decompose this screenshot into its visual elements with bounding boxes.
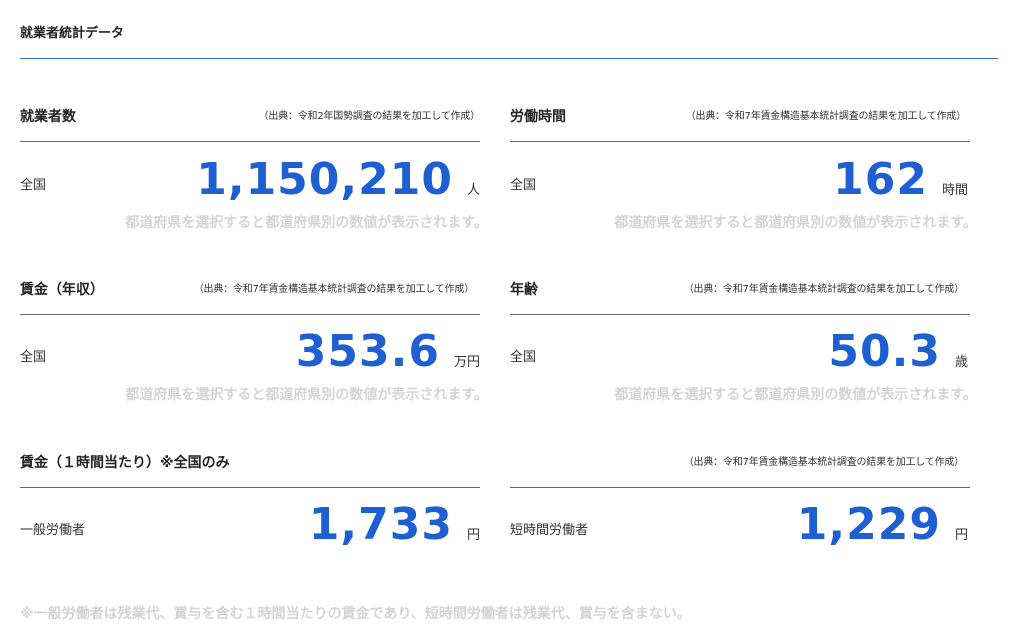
age-value-group: 50.3 歳 [828, 330, 968, 374]
age-divider [510, 314, 970, 315]
hours-hint: 都道府県を選択すると都道府県別の数値が表示されます。 [614, 215, 977, 231]
workers-row-label: 全国 [20, 178, 47, 193]
hours-value-group: 162 時間 [833, 158, 968, 202]
age-source: （出典：令和7年賃金構造基本統計調査の結果を加工して作成） [683, 284, 964, 295]
wage-hourly-short-divider [510, 487, 970, 488]
wage-annual-hint: 都道府県を選択すると都道府県別の数値が表示されます。 [125, 387, 488, 403]
wage-hourly-general-card: 賃金（１時間当たり）※全国のみ 一般労働者 1,733 円 [20, 452, 480, 562]
hours-source: （出典：令和7年賃金構造基本統計調査の結果を加工して作成） [685, 111, 966, 122]
wage-hourly-general-value-group: 1,733 円 [309, 503, 480, 547]
wage-annual-card: 賃金（年収） （出典：令和7年賃金構造基本統計調査の結果を加工して作成） 全国 … [20, 279, 488, 409]
age-hint: 都道府県を選択すると都道府県別の数値が表示されます。 [614, 387, 977, 403]
wage-hourly-source: （出典：令和7年賃金構造基本統計調査の結果を加工して作成） [683, 457, 964, 468]
hours-row-label: 全国 [510, 178, 537, 193]
wage-annual-value-group: 353.6 万円 [296, 330, 480, 374]
hours-value: 162 [833, 154, 928, 205]
workers-value-group: 1,150,210 人 [196, 158, 480, 202]
wage-hourly-general-value: 1,733 [308, 499, 453, 550]
wage-hourly-general-unit: 円 [466, 528, 480, 543]
wage-hourly-short-unit: 円 [954, 528, 968, 543]
wage-hourly-general-label: 一般労働者 [20, 523, 86, 538]
age-value: 50.3 [828, 326, 941, 377]
workers-card: 就業者数 （出典：令和2年国勢調査の結果を加工して作成） 全国 1,150,21… [20, 106, 488, 236]
title-divider [20, 58, 998, 59]
workers-value: 1,150,210 [196, 154, 453, 205]
wage-hourly-general-divider [20, 487, 480, 488]
wage-annual-divider [20, 314, 480, 315]
age-card: 年齢 （出典：令和7年賃金構造基本統計調査の結果を加工して作成） 全国 50.3… [510, 279, 977, 409]
statistics-page: 就業者統計データ 就業者数 （出典：令和2年国勢調査の結果を加工して作成） 全国… [0, 0, 1024, 638]
page-title: 就業者統計データ [20, 26, 125, 41]
wage-hourly-short-value-group: 1,229 円 [797, 503, 968, 547]
wage-annual-source: （出典：令和7年賃金構造基本統計調査の結果を加工して作成） [193, 284, 474, 295]
workers-unit: 人 [466, 183, 480, 198]
workers-divider [20, 141, 480, 142]
wage-annual-title: 賃金（年収） [20, 282, 104, 298]
hours-divider [510, 141, 970, 142]
workers-source: （出典：令和2年国勢調査の結果を加工して作成） [258, 111, 481, 122]
wage-hourly-short-label: 短時間労働者 [510, 523, 589, 538]
workers-title: 就業者数 [20, 109, 76, 125]
wage-hourly-short-value: 1,229 [796, 499, 941, 550]
wage-annual-row-label: 全国 [20, 350, 47, 365]
wage-hourly-title: 賃金（１時間当たり）※全国のみ [20, 455, 230, 471]
workers-hint: 都道府県を選択すると都道府県別の数値が表示されます。 [125, 215, 488, 231]
footnote: ※一般労働者は残業代、賞与を含む１時間当たりの賃金であり、短時間労働者は残業代、… [20, 606, 691, 622]
age-title: 年齢 [510, 282, 538, 298]
hours-unit: 時間 [941, 183, 968, 198]
wage-annual-value: 353.6 [295, 326, 440, 377]
wage-annual-unit: 万円 [453, 355, 480, 370]
hours-card: 労働時間 （出典：令和7年賃金構造基本統計調査の結果を加工して作成） 全国 16… [510, 106, 977, 236]
wage-hourly-short-card: （出典：令和7年賃金構造基本統計調査の結果を加工して作成） 短時間労働者 1,2… [510, 452, 970, 562]
hours-title: 労働時間 [510, 109, 566, 125]
age-unit: 歳 [954, 355, 968, 370]
age-row-label: 全国 [510, 350, 537, 365]
